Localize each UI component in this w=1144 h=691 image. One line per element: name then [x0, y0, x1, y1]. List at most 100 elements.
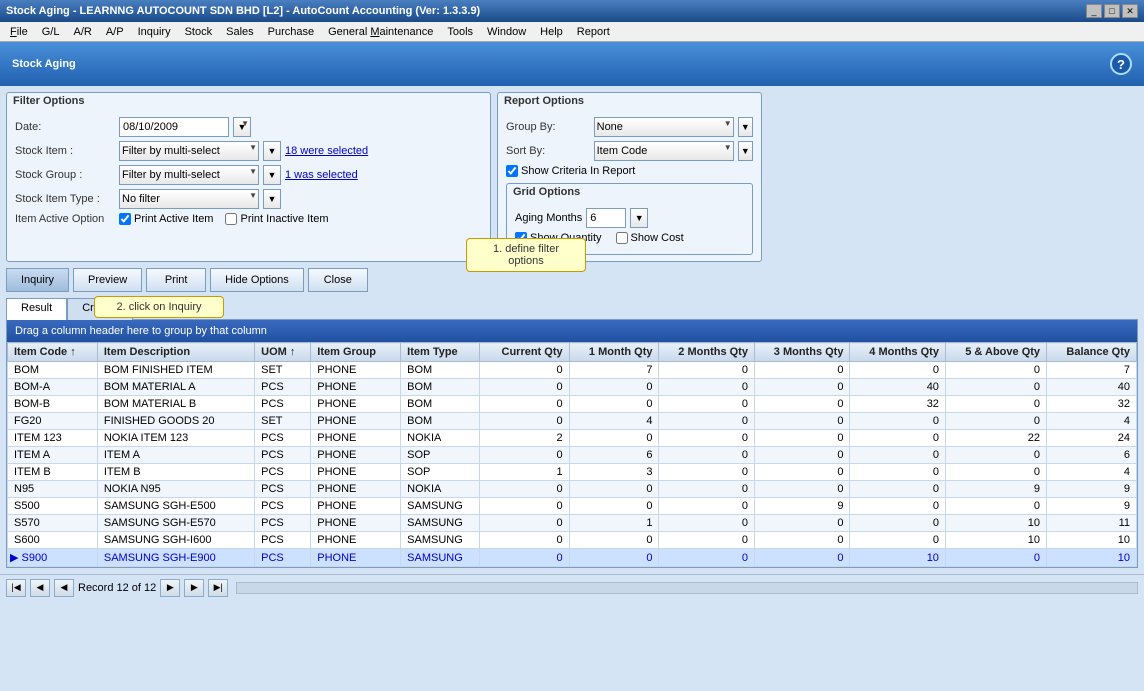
table-cell: 6 — [1047, 447, 1137, 464]
print-inactive-label[interactable]: Print Inactive Item — [225, 213, 328, 225]
menu-stock[interactable]: Stock — [179, 25, 219, 39]
stock-item-select[interactable]: Filter by multi-select — [119, 141, 259, 161]
table-cell: S500 — [8, 498, 98, 515]
menu-gl[interactable]: G/L — [36, 25, 66, 39]
show-criteria-checkbox[interactable] — [506, 165, 518, 177]
table-cell: 11 — [1047, 515, 1137, 532]
date-input[interactable] — [119, 117, 229, 137]
print-active-checkbox[interactable] — [119, 213, 131, 225]
date-dropdown-btn[interactable]: ▼ — [233, 117, 251, 137]
stock-item-type-select[interactable]: No filter — [119, 189, 259, 209]
table-row[interactable]: ITEM BITEM BPCSPHONESOP1300004 — [8, 464, 1137, 481]
sort-by-dropdown-btn[interactable]: ▼ — [738, 141, 753, 161]
item-active-label: Item Active Option — [15, 213, 115, 225]
menu-ap[interactable]: A/P — [100, 25, 130, 39]
group-by-dropdown-btn[interactable]: ▼ — [738, 117, 753, 137]
table-cell: 0 — [850, 515, 945, 532]
col-item-desc[interactable]: Item Description — [97, 343, 254, 362]
menu-sales[interactable]: Sales — [220, 25, 260, 39]
table-row[interactable]: BOM-BBOM MATERIAL BPCSPHONEBOM000032032 — [8, 396, 1137, 413]
table-cell: PCS — [255, 515, 311, 532]
print-inactive-checkbox[interactable] — [225, 213, 237, 225]
menu-report[interactable]: Report — [571, 25, 616, 39]
minimize-button[interactable]: _ — [1086, 4, 1102, 18]
inquiry-button[interactable]: Inquiry — [6, 268, 69, 292]
table-cell: 0 — [659, 447, 754, 464]
table-cell: 0 — [659, 379, 754, 396]
show-cost-label[interactable]: Show Cost — [616, 232, 684, 244]
hide-options-button[interactable]: Hide Options — [210, 268, 304, 292]
table-scroll-container[interactable]: Item Code ↑ Item Description UOM ↑ Item … — [7, 342, 1137, 567]
col-item-type[interactable]: Item Type — [401, 343, 480, 362]
table-cell: 2 — [479, 430, 569, 447]
maximize-button[interactable]: □ — [1104, 4, 1120, 18]
tab-result[interactable]: Result — [6, 298, 67, 320]
help-button[interactable]: ? — [1110, 53, 1132, 75]
table-cell: PHONE — [311, 515, 401, 532]
horizontal-scrollbar[interactable] — [236, 582, 1138, 594]
table-cell: 0 — [754, 430, 849, 447]
show-criteria-label[interactable]: Show Criteria In Report — [506, 165, 635, 177]
table-row[interactable]: S500SAMSUNG SGH-E500PCSPHONESAMSUNG00090… — [8, 498, 1137, 515]
col-current-qty[interactable]: Current Qty — [479, 343, 569, 362]
table-header: Item Code ↑ Item Description UOM ↑ Item … — [8, 343, 1137, 362]
group-by-label: Group By: — [506, 121, 590, 133]
stock-item-link[interactable]: 18 were selected — [285, 145, 368, 157]
table-cell: 0 — [569, 396, 659, 413]
table-cell: 0 — [754, 447, 849, 464]
print-button[interactable]: Print — [146, 268, 206, 292]
menu-ar[interactable]: A/R — [67, 25, 97, 39]
stock-item-type-dropdown-btn[interactable]: ▼ — [263, 189, 281, 209]
aging-months-input[interactable] — [586, 208, 626, 228]
menu-file[interactable]: File — [4, 25, 34, 39]
callout-inquiry: 2. click on Inquiry — [94, 296, 224, 318]
group-by-select[interactable]: None — [594, 117, 734, 137]
nav-first-button[interactable]: |◀ — [6, 579, 26, 597]
nav-next-button[interactable]: ▶ — [160, 579, 180, 597]
nav-next2-button[interactable]: ▶ — [184, 579, 204, 597]
stock-group-dropdown-btn[interactable]: ▼ — [263, 165, 281, 185]
table-row[interactable]: BOM-ABOM MATERIAL APCSPHONEBOM000040040 — [8, 379, 1137, 396]
close-button[interactable]: Close — [308, 268, 368, 292]
menu-general-maintenance[interactable]: General Maintenance — [322, 25, 439, 39]
menu-window[interactable]: Window — [481, 25, 532, 39]
col-balance-qty[interactable]: Balance Qty — [1047, 343, 1137, 362]
table-row[interactable]: BOMBOM FINISHED ITEMSETPHONEBOM0700007 — [8, 362, 1137, 379]
table-row[interactable]: ITEM AITEM APCSPHONESOP0600006 — [8, 447, 1137, 464]
stock-group-link[interactable]: 1 was selected — [285, 169, 358, 181]
table-row[interactable]: S600SAMSUNG SGH-I600PCSPHONESAMSUNG00000… — [8, 532, 1137, 549]
sort-by-select[interactable]: Item Code — [594, 141, 734, 161]
preview-button[interactable]: Preview — [73, 268, 142, 292]
menu-tools[interactable]: Tools — [441, 25, 479, 39]
table-row[interactable]: S570SAMSUNG SGH-E570PCSPHONESAMSUNG01000… — [8, 515, 1137, 532]
nav-last-button[interactable]: ▶| — [208, 579, 228, 597]
nav-prev-button[interactable]: ◀ — [30, 579, 50, 597]
menu-purchase[interactable]: Purchase — [262, 25, 320, 39]
col-4months-qty[interactable]: 4 Months Qty — [850, 343, 945, 362]
col-5above-qty[interactable]: 5 & Above Qty — [945, 343, 1046, 362]
col-2months-qty[interactable]: 2 Months Qty — [659, 343, 754, 362]
col-1month-qty[interactable]: 1 Month Qty — [569, 343, 659, 362]
table-cell: 10 — [1047, 532, 1137, 549]
col-item-group[interactable]: Item Group — [311, 343, 401, 362]
stock-group-select[interactable]: Filter by multi-select — [119, 165, 259, 185]
table-row[interactable]: ▶ S900SAMSUNG SGH-E900PCSPHONESAMSUNG000… — [8, 549, 1137, 567]
col-item-code[interactable]: Item Code ↑ — [8, 343, 98, 362]
close-window-button[interactable]: ✕ — [1122, 4, 1138, 18]
stock-item-dropdown-btn[interactable]: ▼ — [263, 141, 281, 161]
table-cell: PCS — [255, 396, 311, 413]
table-row[interactable]: ITEM 123NOKIA ITEM 123PCSPHONENOKIA20000… — [8, 430, 1137, 447]
table-cell: 0 — [754, 396, 849, 413]
menu-inquiry[interactable]: Inquiry — [132, 25, 177, 39]
table-body: BOMBOM FINISHED ITEMSETPHONEBOM0700007BO… — [8, 362, 1137, 567]
print-active-label[interactable]: Print Active Item — [119, 213, 213, 225]
table-cell: PHONE — [311, 396, 401, 413]
nav-prev2-button[interactable]: ◀ — [54, 579, 74, 597]
table-row[interactable]: N95NOKIA N95PCSPHONENOKIA0000099 — [8, 481, 1137, 498]
col-uom[interactable]: UOM ↑ — [255, 343, 311, 362]
menu-help[interactable]: Help — [534, 25, 569, 39]
table-row[interactable]: FG20FINISHED GOODS 20SETPHONEBOM0400004 — [8, 413, 1137, 430]
show-cost-checkbox[interactable] — [616, 232, 628, 244]
col-3months-qty[interactable]: 3 Months Qty — [754, 343, 849, 362]
aging-months-dropdown-btn[interactable]: ▼ — [630, 208, 648, 228]
